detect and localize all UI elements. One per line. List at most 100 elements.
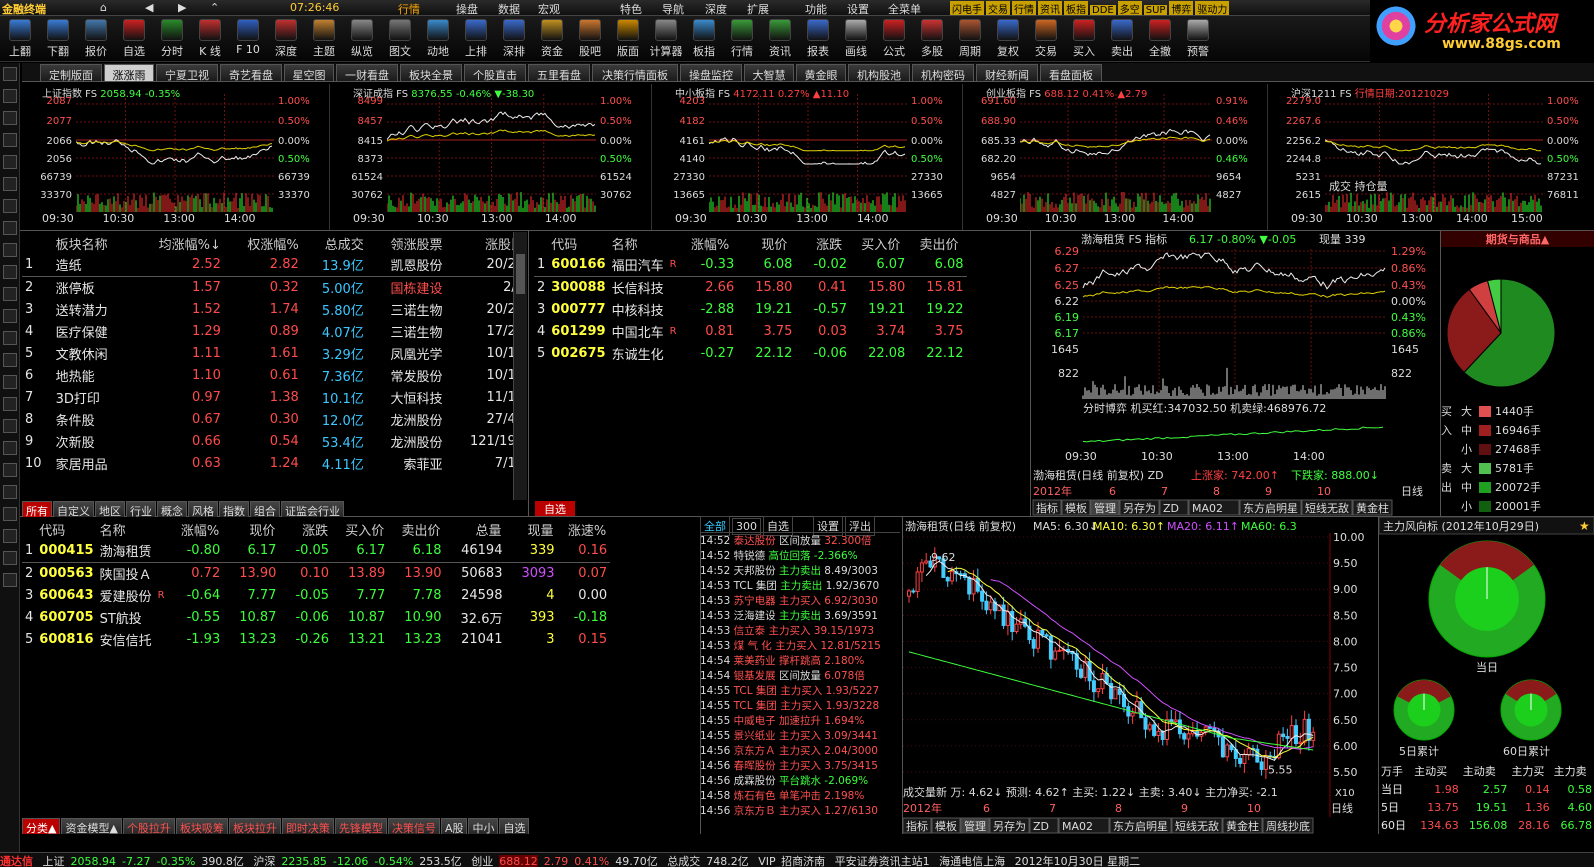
- toolbar-button-7[interactable]: 深度: [268, 18, 304, 60]
- left-tool-icon-13[interactable]: [3, 353, 17, 367]
- wb-header-3[interactable]: 现价: [223, 518, 279, 540]
- sector-header-1[interactable]: 均涨幅%↓: [131, 232, 224, 254]
- sector-row[interactable]: 10 家居用品 0.63 1.24 4.11亿 索菲亚 7/14: [22, 452, 527, 474]
- tab-11[interactable]: 大智慧: [744, 64, 794, 81]
- left-tool-icon-9[interactable]: [3, 265, 17, 279]
- watchlist-bottom-row[interactable]: 2 000563 陕国投Ａ 0.72 13.90 0.10 13.89 13.90 50683 3…: [22, 562, 610, 584]
- tab-1[interactable]: 涨涨雨: [104, 64, 154, 81]
- category-tab-1[interactable]: 自定义: [53, 501, 94, 517]
- left-tool-icon-20[interactable]: [3, 507, 17, 521]
- watchlist-top-row[interactable]: 4 601299 中国北车 R 0.81 3.75 0.03 3.74 3.75: [534, 320, 967, 342]
- left-tool-icon-22[interactable]: [3, 551, 17, 565]
- menu-item-shezhi[interactable]: 设置: [847, 1, 869, 15]
- category-tab-6[interactable]: 指数: [219, 501, 249, 517]
- menu-tag-7[interactable]: SUP: [1143, 5, 1168, 15]
- watchlist-top-row[interactable]: 5 002675 东诚生化 -0.27 22.12 -0.06 22.08 22.12: [534, 342, 967, 364]
- ticker-row[interactable]: 14:56 京东方Ｂ 主力买入 1.27/6130: [700, 803, 900, 818]
- index-chart-4[interactable]: 沪深1211 FS 行情日期:20121029 2279.0 2267.6 2256…: [1269, 84, 1594, 230]
- tab-7[interactable]: 个股直击: [464, 64, 526, 81]
- left-tool-icon-14[interactable]: [3, 375, 17, 389]
- toolbar-button-26[interactable]: 复权: [990, 18, 1026, 60]
- left-tool-icon-2[interactable]: [3, 111, 17, 125]
- back-icon[interactable]: ◀: [145, 1, 153, 14]
- sector-header-4[interactable]: 领涨股票: [367, 232, 446, 254]
- left-tool-icon-21[interactable]: [3, 529, 17, 543]
- left-tool-icon-8[interactable]: [3, 243, 17, 257]
- tab-4[interactable]: 星空图: [284, 64, 334, 81]
- ticker-row[interactable]: 14:53 TCL 集团 主力卖出 1.92/3670: [700, 578, 900, 593]
- watchlist-bottom-row[interactable]: 5 600816 安信信托 -1.93 13.23 -0.26 13.21 13.23 2104…: [22, 628, 610, 650]
- wt-header-2[interactable]: 涨幅%: [683, 232, 738, 254]
- menu-item-daohang[interactable]: 导航: [662, 1, 684, 15]
- category-tab-7[interactable]: 组合: [250, 501, 280, 517]
- wt-header-5[interactable]: 买入价: [850, 232, 908, 254]
- ticker-row[interactable]: 14:54 莱美药业 撑杆跳高 2.180%: [700, 653, 900, 668]
- wb-header-2[interactable]: 涨幅%: [171, 518, 224, 540]
- ticker-row[interactable]: 14:53 苏宁电器 主力买入 6.92/3030: [700, 593, 900, 608]
- menu-tag-2[interactable]: 行情: [1012, 1, 1036, 15]
- toolbar-button-20[interactable]: 资讯: [762, 18, 798, 60]
- tab-9[interactable]: 决策行情面板: [592, 64, 678, 81]
- futures-title[interactable]: 期货与商品▲: [1441, 231, 1594, 247]
- category-tab-4[interactable]: 概念: [157, 501, 187, 517]
- sector-scrollbar[interactable]: [513, 232, 527, 500]
- tab-6[interactable]: 板块全景: [400, 64, 462, 81]
- wt-header-4[interactable]: 涨跌: [795, 232, 850, 254]
- bottom-nav-2[interactable]: 个股拉升: [122, 818, 175, 834]
- sector-row[interactable]: 3 送转潜力 1.52 1.74 5.80亿 三诺生物 20/22: [22, 298, 527, 320]
- forward-icon[interactable]: ▶: [178, 1, 186, 14]
- menu-item-caopan[interactable]: 操盘: [456, 1, 478, 15]
- left-tool-icon-4[interactable]: [3, 155, 17, 169]
- wt-header-3[interactable]: 现价: [737, 232, 795, 254]
- left-tool-icon-15[interactable]: [3, 397, 17, 411]
- tab-13[interactable]: 机构股池: [848, 64, 910, 81]
- ticker-row[interactable]: 14:52 天邦股份 主力卖出 8.49/3003: [700, 563, 900, 578]
- ticker-row[interactable]: 14:52 泰达股份 区间放量 32.300倍: [700, 533, 900, 548]
- toolbar-button-6[interactable]: F 10: [230, 18, 266, 60]
- ticker-row[interactable]: 14:54 银基发展 区间放量 6.078倍: [700, 668, 900, 683]
- left-tool-icon-10[interactable]: [3, 287, 17, 301]
- toolbar-button-14[interactable]: 资金: [534, 18, 570, 60]
- sector-row[interactable]: 9 次新股 0.66 0.54 53.4亿 龙洲股份 121/192: [22, 430, 527, 452]
- wt-header-1[interactable]: 名称: [609, 232, 683, 254]
- wt-header-6[interactable]: 卖出价: [908, 232, 966, 254]
- toolbar-button-3[interactable]: 自选: [116, 18, 152, 60]
- wt-header-0[interactable]: 代码: [548, 232, 608, 254]
- ticker-row[interactable]: 14:56 春晖股份 主力买入 3.75/3415: [700, 758, 900, 773]
- menu-item-shendu[interactable]: 深度: [705, 1, 727, 15]
- tab-2[interactable]: 宁夏卫视: [156, 64, 218, 81]
- menu-item-kuozhan[interactable]: 扩展: [747, 1, 769, 15]
- sector-row[interactable]: 2涨停板1.570.325.00亿国栋建设2/6: [22, 276, 527, 298]
- left-tool-icon-23[interactable]: [3, 573, 17, 587]
- ticker-row[interactable]: 14:58 炼石有色 单笔冲击 2.198%: [700, 788, 900, 803]
- index-chart-3[interactable]: 创业板指 FS 688.12 0.41% ▲2.79 691.60 688.90 68…: [964, 84, 1268, 230]
- toolbar-button-27[interactable]: 交易: [1028, 18, 1064, 60]
- menu-tag-6[interactable]: 多空: [1117, 1, 1142, 15]
- menu-tag-0[interactable]: 闪电手: [950, 1, 984, 15]
- tab-14[interactable]: 机构密码: [912, 64, 974, 81]
- menu-tag-8[interactable]: 博弈: [1169, 1, 1194, 15]
- tab-0[interactable]: 定制版面: [40, 64, 102, 81]
- sector-row[interactable]: 8 条件股 0.67 0.30 12.0亿 龙洲股份 27/41: [22, 408, 527, 430]
- toolbar-button-30[interactable]: 全撤: [1142, 18, 1178, 60]
- sector-row[interactable]: 5 文教休闲 1.11 1.61 3.29亿 凤凰光学 10/16: [22, 342, 527, 364]
- bottom-nav-0[interactable]: 分类▲: [22, 818, 61, 834]
- toolbar-button-25[interactable]: 周期: [952, 18, 988, 60]
- category-tab-3[interactable]: 行业: [126, 501, 156, 517]
- ticker-row[interactable]: 14:55 中威电子 加速拉升 1.694%: [700, 713, 900, 728]
- watchlist-top-row[interactable]: 2 300088 长信科技 2.66 15.80 0.41 15.80 15.81: [534, 276, 967, 298]
- sector-header-0[interactable]: 板块名称: [53, 232, 132, 254]
- bottom-nav-7[interactable]: 决策信号: [387, 818, 440, 834]
- wb-header-1[interactable]: 名称: [97, 518, 171, 540]
- menu-item-hangqing[interactable]: 行情: [398, 1, 420, 15]
- toolbar-button-11[interactable]: 动地: [420, 18, 456, 60]
- bottom-nav-6[interactable]: 先锋模型: [334, 818, 387, 834]
- left-tool-icon-5[interactable]: [3, 177, 17, 191]
- tab-16[interactable]: 看盘面板: [1040, 64, 1102, 81]
- toolbar-button-0[interactable]: 上翻: [2, 18, 38, 60]
- wb-header-4[interactable]: 涨跌: [279, 518, 332, 540]
- ticker-row[interactable]: 14:55 景兴纸业 主力买入 3.09/3441: [700, 728, 900, 743]
- toolbar-button-22[interactable]: 画线: [838, 18, 874, 60]
- tab-12[interactable]: 黄金眼: [796, 64, 846, 81]
- home-icon[interactable]: ⌂: [100, 1, 107, 14]
